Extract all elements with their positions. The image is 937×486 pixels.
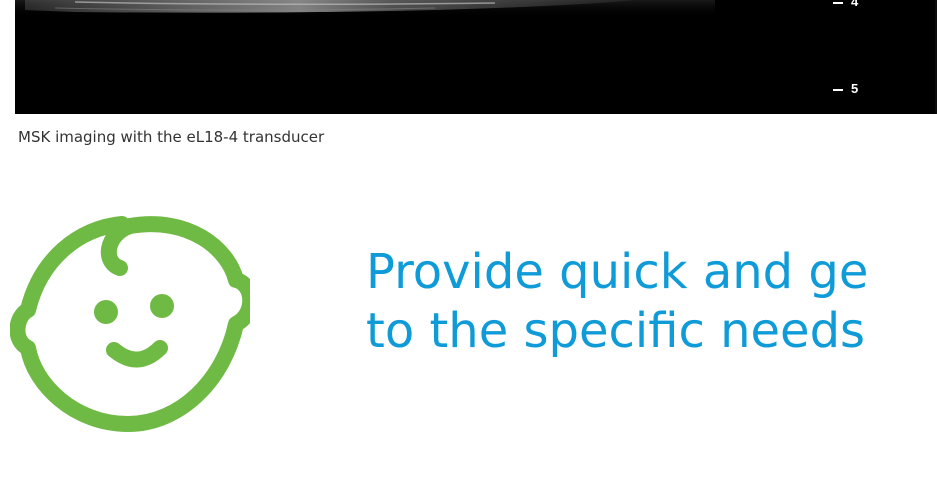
image-caption: MSK imaging with the eL18-4 transducer bbox=[18, 128, 325, 146]
depth-marker-4: 4 bbox=[833, 0, 859, 9]
page: 4 5 MSK imaging with the eL18-4 transduc… bbox=[0, 0, 937, 486]
headline: Provide quick and ge to the specific nee… bbox=[366, 243, 937, 361]
depth-tick bbox=[833, 1, 843, 4]
depth-label: 5 bbox=[851, 81, 859, 96]
depth-label: 4 bbox=[851, 0, 859, 9]
ultrasound-texture bbox=[15, 0, 937, 114]
ultrasound-image: 4 5 bbox=[15, 0, 937, 114]
headline-line-2: to the specific needs bbox=[366, 303, 866, 359]
baby-face-icon bbox=[9, 210, 259, 436]
depth-marker-5: 5 bbox=[833, 81, 859, 96]
headline-line-1: Provide quick and ge bbox=[366, 244, 869, 300]
depth-tick bbox=[833, 88, 843, 91]
